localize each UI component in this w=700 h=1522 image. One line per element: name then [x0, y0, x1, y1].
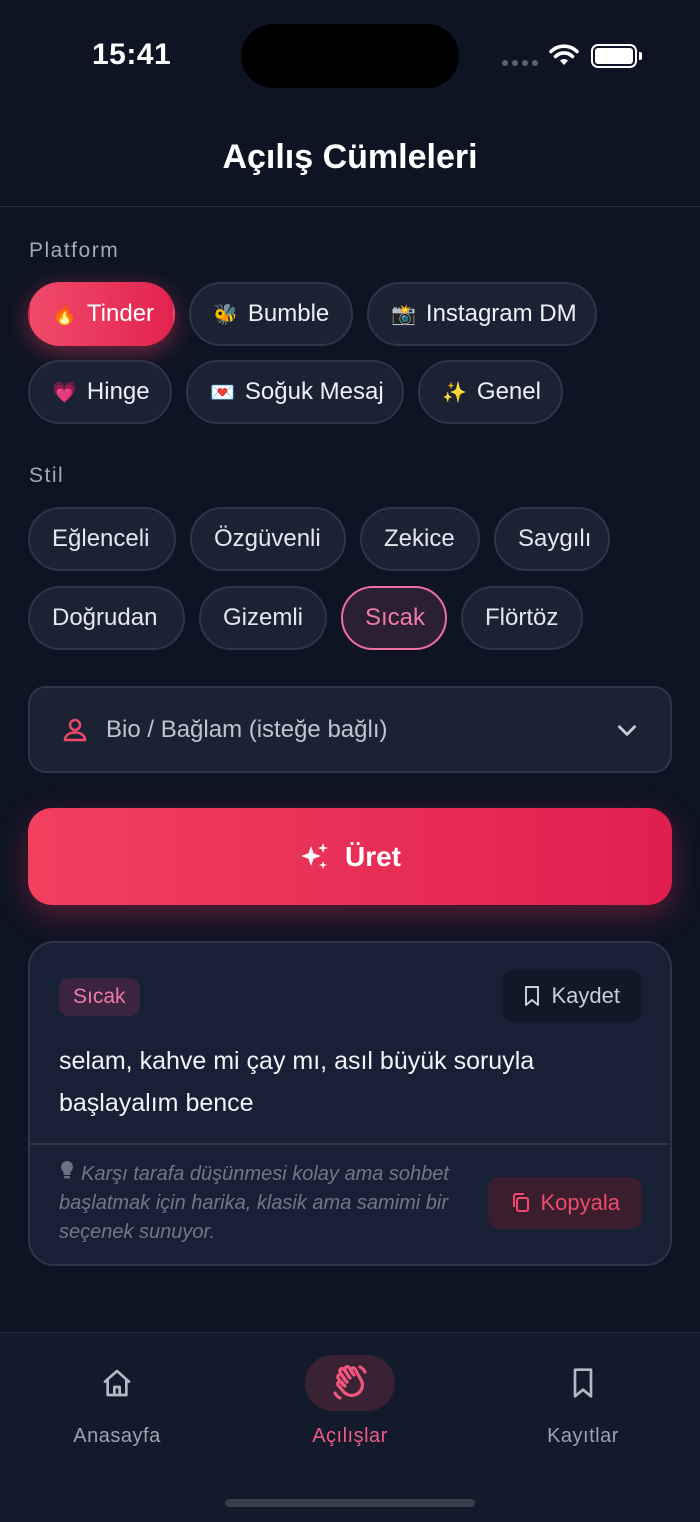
tab-saved[interactable]: Kayıtlar [493, 1333, 673, 1448]
home-icon [103, 1369, 131, 1397]
bookmark-icon [524, 986, 539, 1006]
tab-openers-label: Açılışlar [312, 1425, 388, 1447]
style-chip-fun[interactable]: Eğlenceli [28, 507, 176, 571]
style-chip-confident[interactable]: Özgüvenli [190, 507, 346, 571]
lightbulb-icon [61, 1161, 73, 1179]
sparkles-icon [300, 842, 328, 869]
wave-hand-icon [333, 1365, 367, 1400]
style-tag-badge: Sıcak [59, 978, 140, 1016]
chevron-down-icon [618, 724, 636, 736]
platform-chip-bumble[interactable]: 🐝 Bumble [189, 282, 353, 346]
copy-button[interactable]: Kopyala [488, 1177, 642, 1229]
love-letter-icon: 💌 [210, 381, 235, 404]
platform-chips-row-2: 💗 Hinge 💌 Soğuk Mesaj ✨ Genel [28, 360, 563, 424]
platform-chip-general[interactable]: ✨ Genel [418, 360, 563, 424]
copy-button-label: Kopyala [540, 1190, 620, 1215]
dynamic-island [241, 24, 459, 88]
chip-label: Bumble [247, 300, 330, 327]
style-chip-mysterious[interactable]: Gizemli [199, 586, 327, 650]
bee-icon: 🐝 [213, 303, 238, 326]
style-chips-row-1: Eğlenceli Özgüvenli Zekice Saygılı [28, 507, 610, 571]
battery-icon [591, 44, 642, 68]
chip-label: Hinge [86, 378, 150, 405]
save-button[interactable]: Kaydet [501, 970, 642, 1022]
camera-icon: 📸 [391, 303, 416, 326]
sparkles-icon: ✨ [442, 381, 467, 404]
status-bar: 15:41 [0, 0, 700, 110]
tab-openers[interactable]: Açılışlar [260, 1333, 440, 1448]
opener-text: selam, kahve mi çay mı, asıl büyük soruy… [59, 1047, 535, 1117]
tab-saved-label: Kayıtlar [547, 1425, 619, 1447]
user-icon [63, 718, 87, 741]
card-divider [30, 1143, 670, 1145]
generate-button-label: Üret [344, 840, 401, 872]
tab-home[interactable]: Anasayfa [27, 1333, 207, 1448]
generate-button[interactable]: Üret [28, 808, 672, 905]
page-title: Açılış Cümleleri [222, 137, 478, 176]
style-chips-row-2: Doğrudan Gizemli Sıcak Flörtöz [28, 586, 583, 650]
style-chip-clever[interactable]: Zekice [360, 507, 480, 571]
opener-result-card: Sıcak Kaydet selam, kahve mi çay mı, ası… [28, 941, 672, 1266]
tip-text: Karşı tarafa düşünmesi kolay ama sohbet … [59, 1163, 449, 1243]
platform-chip-cold-message[interactable]: 💌 Soğuk Mesaj [186, 360, 404, 424]
style-chip-warm[interactable]: Sıcak [341, 586, 447, 650]
bottom-tab-bar: Anasayfa Açılışlar Kayıtlar [0, 1332, 700, 1522]
chip-label: Soğuk Mesaj [244, 378, 384, 405]
platform-chip-instagram-dm[interactable]: 📸 Instagram DM [367, 282, 597, 346]
tip-text-block: Karşı tarafa düşünmesi kolay ama sohbet … [59, 1160, 479, 1247]
bookmark-icon [573, 1368, 593, 1398]
save-button-label: Kaydet [551, 983, 621, 1008]
cellular-signal-icon [502, 60, 538, 66]
chip-label: Tinder [86, 300, 155, 327]
home-indicator[interactable] [225, 1499, 475, 1507]
platform-chips-row-1: 🔥 Tinder 🐝 Bumble 📸 Instagram DM [28, 282, 597, 346]
fire-icon: 🔥 [52, 303, 77, 326]
status-time: 15:41 [92, 38, 172, 71]
chip-label: Instagram DM [425, 300, 577, 327]
platform-chip-hinge[interactable]: 💗 Hinge [28, 360, 172, 424]
bio-context-label: Bio / Bağlam (isteğe bağlı) [106, 715, 388, 743]
style-section-label: Stil [29, 464, 65, 487]
wifi-icon [549, 44, 579, 65]
heart-icon: 💗 [52, 381, 77, 404]
style-chip-flirty[interactable]: Flörtöz [461, 586, 583, 650]
copy-icon [513, 1193, 530, 1212]
bio-context-dropdown[interactable]: Bio / Bağlam (isteğe bağlı) [28, 686, 672, 773]
nav-header: Açılış Cümleleri [0, 110, 700, 207]
tab-home-label: Anasayfa [73, 1425, 161, 1447]
platform-chip-tinder[interactable]: 🔥 Tinder [28, 282, 175, 346]
style-chip-respectful[interactable]: Saygılı [494, 507, 610, 571]
chip-label: Genel [476, 378, 541, 405]
style-chip-direct[interactable]: Doğrudan [28, 586, 185, 650]
platform-section-label: Platform [29, 239, 120, 262]
